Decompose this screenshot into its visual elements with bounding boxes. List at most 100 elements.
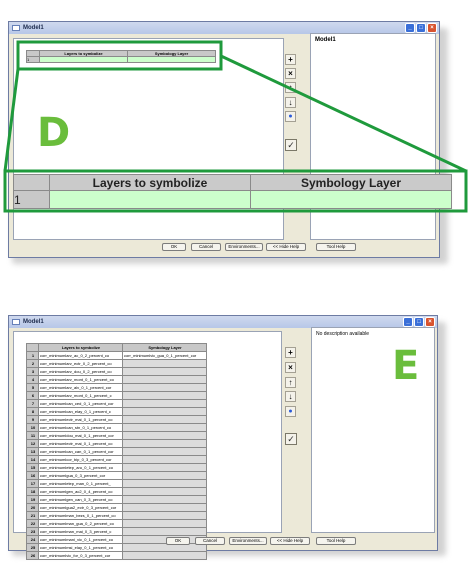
layers-cell[interactable]: corr_minimumlvic_for_0_3_percent_cor bbox=[38, 551, 123, 560]
table-row[interactable]: 9 corr_minimumlectr_mai_0_1_percent_co bbox=[26, 415, 207, 424]
table-row[interactable]: 6 corr_minimumlarv_mont_0_1_percent_c bbox=[26, 391, 207, 400]
close-button[interactable]: × bbox=[425, 317, 435, 327]
layers-cell[interactable]: corr_minimumlmsi_elay_0_1_percent_co bbox=[38, 543, 123, 552]
layers-cell[interactable]: corr_minimumlcan_elay_0_1_percent_c bbox=[38, 407, 123, 416]
layers-cell[interactable]: corr_minimumldou_mai_0_1_percent_cor bbox=[38, 431, 123, 440]
row-number[interactable]: 5 bbox=[26, 383, 39, 392]
move-down-icon[interactable]: ↓ bbox=[285, 391, 296, 402]
row-number[interactable]: 9 bbox=[26, 415, 39, 424]
layers-cell[interactable]: corr_minimumlgua2_ectr_0_3_percent_cor bbox=[38, 503, 123, 512]
symbology-cell[interactable] bbox=[122, 487, 207, 496]
table-row[interactable]: 23 corr_minimumlman_mai_0_3_percent_c bbox=[26, 527, 207, 536]
layers-cell[interactable]: corr_minimumlarv_dou_0_2_percent_co bbox=[38, 367, 123, 376]
symbology-cell[interactable] bbox=[122, 543, 207, 552]
symbology-cell[interactable] bbox=[122, 431, 207, 440]
table-row[interactable]: 12 corr_minimumlectr_mai_0_1_percent_co bbox=[26, 439, 207, 448]
layers-cell[interactable]: corr_minimumlgen_ac2_0_4_percent_co bbox=[38, 487, 123, 496]
layers-cell[interactable]: corr_minimumlarv_mont_0_1_percent_c bbox=[38, 391, 123, 400]
layers-cell[interactable]: corr_minimumlgua_0_3_percent_cor bbox=[38, 471, 123, 480]
row-number[interactable]: 19 bbox=[26, 495, 39, 504]
table-row[interactable]: 21 corr_minimumlman_bezs_0_1_percent_co bbox=[26, 511, 207, 520]
symbology-cell[interactable] bbox=[122, 375, 207, 384]
remove-icon[interactable]: × bbox=[285, 362, 296, 373]
hide-help-button[interactable]: << Hide Help bbox=[270, 537, 310, 545]
row-number[interactable]: 18 bbox=[26, 487, 39, 496]
layers-cell[interactable]: corr_minimumlarv_mont_0_1_percent_co bbox=[38, 375, 123, 384]
layers-cell[interactable]: corr_minimumlarv_ectr_0_2_percent_co bbox=[38, 359, 123, 368]
column-header-symbology[interactable]: Symbology Layer bbox=[122, 343, 207, 352]
symbology-cell[interactable] bbox=[122, 367, 207, 376]
maximize-button[interactable]: □ bbox=[414, 317, 424, 327]
symbology-cell[interactable] bbox=[122, 423, 207, 432]
table-row[interactable]: 17 corr_minimumletep_man_0_1_percent_ bbox=[26, 479, 207, 488]
table-row[interactable]: 14 corr_minimumlcor_bip_0_3_percent_cor bbox=[26, 455, 207, 464]
row-number[interactable]: 26 bbox=[26, 551, 39, 560]
row-number[interactable]: 6 bbox=[26, 391, 39, 400]
table-row[interactable]: 16 corr_minimumlgua_0_3_percent_cor bbox=[26, 471, 207, 480]
tool-help-button[interactable]: Tool Help bbox=[316, 243, 356, 251]
row-number[interactable]: 10 bbox=[26, 423, 39, 432]
table-row[interactable]: 2 corr_minimumlarv_ectr_0_2_percent_co bbox=[26, 359, 207, 368]
maximize-button[interactable]: □ bbox=[416, 23, 426, 33]
tool-help-button[interactable]: Tool Help bbox=[316, 537, 356, 545]
symbology-cell[interactable] bbox=[122, 479, 207, 488]
environments-button[interactable]: Environments... bbox=[225, 243, 263, 251]
row-number[interactable]: 8 bbox=[26, 407, 39, 416]
layers-cell[interactable]: corr_minimumlcor_bip_0_3_percent_cor bbox=[38, 455, 123, 464]
layers-cell[interactable]: corr_minimumlarv_ac_0_2_percent_co bbox=[38, 351, 123, 360]
validate-check-icon[interactable]: ✓ bbox=[285, 139, 297, 151]
layers-cell[interactable] bbox=[39, 56, 128, 63]
symbology-cell[interactable]: corr_minimumlvic_gua_0_1_percent_cor bbox=[122, 351, 207, 360]
row-number[interactable]: 11 bbox=[26, 431, 39, 440]
column-header-layers[interactable]: Layers to symbolize bbox=[38, 343, 123, 352]
move-up-icon[interactable]: ↑ bbox=[285, 377, 296, 388]
row-number[interactable]: 22 bbox=[26, 519, 39, 528]
table-row[interactable]: 20 corr_minimumlgua2_ectr_0_3_percent_cor bbox=[26, 503, 207, 512]
symbology-cell[interactable] bbox=[122, 359, 207, 368]
environments-button[interactable]: Environments... bbox=[229, 537, 267, 545]
row-number[interactable]: 1 bbox=[26, 56, 40, 63]
table-row[interactable]: 22 corr_minimumlman_gua_0_2_percent_co bbox=[26, 519, 207, 528]
row-number[interactable]: 24 bbox=[26, 535, 39, 544]
symbology-cell[interactable] bbox=[122, 527, 207, 536]
table-row[interactable]: 19 corr_minimumlgen_can_0_3_percent_co bbox=[26, 495, 207, 504]
layers-cell[interactable]: corr_minimumlmani_vic_0_1_percent_co bbox=[38, 535, 123, 544]
move-up-icon[interactable]: ↑ bbox=[285, 82, 296, 93]
minimize-button[interactable]: _ bbox=[403, 317, 413, 327]
symbology-cell[interactable] bbox=[122, 535, 207, 544]
table-row[interactable]: 1 corr_minimumlarv_ac_0_2_percent_co corr_… bbox=[26, 351, 207, 360]
remove-icon[interactable]: × bbox=[285, 68, 296, 79]
table-row[interactable]: 26 corr_minimumlvic_for_0_3_percent_cor bbox=[26, 551, 207, 560]
cancel-button[interactable]: Cancel bbox=[195, 537, 225, 545]
layers-cell[interactable]: corr_minimumlman_bezs_0_1_percent_co bbox=[38, 511, 123, 520]
row-number[interactable]: 7 bbox=[26, 399, 39, 408]
info-icon[interactable]: ● bbox=[285, 406, 296, 417]
layers-cell[interactable]: corr_minimumlcan_ced_0_1_percent_cor bbox=[38, 399, 123, 408]
symbology-cell[interactable] bbox=[122, 391, 207, 400]
add-icon[interactable]: + bbox=[285, 54, 296, 65]
symbology-cell[interactable] bbox=[122, 495, 207, 504]
ok-button[interactable]: OK bbox=[166, 537, 190, 545]
symbology-cell[interactable] bbox=[127, 56, 216, 63]
add-icon[interactable]: + bbox=[285, 347, 296, 358]
layers-table-small[interactable]: Layers to symbolize Symbology Layer 1 bbox=[26, 50, 216, 63]
layers-cell[interactable]: corr_minimumlman_gua_0_2_percent_co bbox=[38, 519, 123, 528]
symbology-cell[interactable] bbox=[122, 407, 207, 416]
symbology-cell[interactable] bbox=[122, 399, 207, 408]
symbology-cell[interactable] bbox=[122, 463, 207, 472]
layers-cell[interactable]: corr_minimumlcan_stn_0_1_percent_co bbox=[38, 423, 123, 432]
validate-check-icon[interactable]: ✓ bbox=[285, 433, 297, 445]
symbology-cell[interactable] bbox=[122, 519, 207, 528]
layers-cell[interactable]: corr_minimumlgen_can_0_3_percent_co bbox=[38, 495, 123, 504]
ok-button[interactable]: OK bbox=[162, 243, 186, 251]
table-row[interactable]: 13 corr_minimumlcan_can_0_1_percent_cor bbox=[26, 447, 207, 456]
row-number[interactable]: 1 bbox=[26, 351, 39, 360]
row-number[interactable]: 25 bbox=[26, 543, 39, 552]
layers-cell[interactable]: corr_minimumlman_mai_0_3_percent_c bbox=[38, 527, 123, 536]
cancel-button[interactable]: Cancel bbox=[191, 243, 221, 251]
row-number[interactable]: 13 bbox=[26, 447, 39, 456]
layers-cell[interactable]: corr_minimumletep_man_0_1_percent_ bbox=[38, 479, 123, 488]
row-number[interactable]: 21 bbox=[26, 511, 39, 520]
row-number[interactable]: 3 bbox=[26, 367, 39, 376]
row-number[interactable]: 23 bbox=[26, 527, 39, 536]
